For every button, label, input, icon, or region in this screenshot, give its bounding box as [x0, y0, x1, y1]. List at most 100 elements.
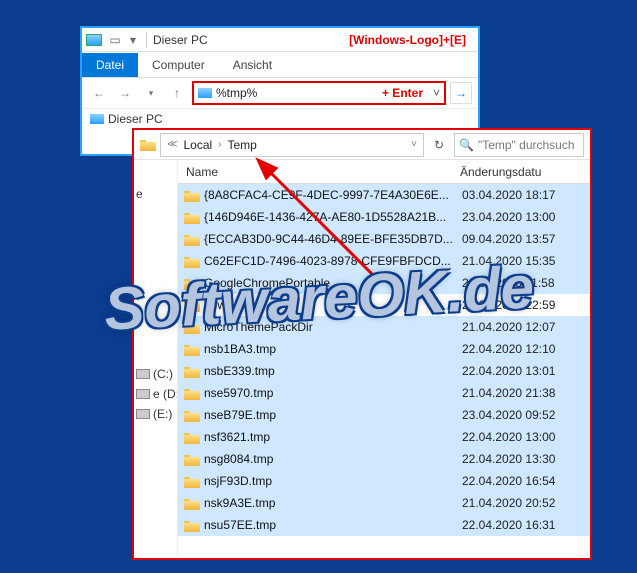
file-date: 09.04.2020 13:57 — [462, 232, 590, 246]
search-icon: 🔍 — [459, 138, 474, 152]
folder-icon — [184, 189, 200, 202]
up-button[interactable]: ↑ — [166, 82, 188, 104]
folder-icon — [184, 277, 200, 290]
tab-computer[interactable]: Computer — [138, 53, 219, 77]
drive-icon — [136, 369, 150, 379]
file-date: 21.04.2020 22:59 — [462, 298, 590, 312]
address-bar-text: %tmp% — [216, 86, 378, 100]
file-row[interactable]: Low21.04.2020 22:59 — [178, 294, 590, 316]
folder-icon — [184, 299, 200, 312]
folder-icon — [184, 211, 200, 224]
folder-icon — [184, 387, 200, 400]
file-date: 23.04.2020 13:00 — [462, 210, 590, 224]
nav-tree-item[interactable] — [136, 164, 175, 184]
breadcrumb-dropdown[interactable]: ˅ — [409, 139, 419, 150]
breadcrumb-part-local[interactable]: Local — [183, 138, 212, 152]
folder-icon — [184, 497, 200, 510]
search-box[interactable]: 🔍 "Temp" durchsuch — [454, 133, 584, 157]
file-name: nsk9A3E.tmp — [204, 496, 275, 510]
breadcrumb-part-temp[interactable]: Temp — [228, 138, 257, 152]
ribbon-tabs: Datei Computer Ansicht — [82, 52, 478, 78]
file-date: 21.04.2020 12:07 — [462, 320, 590, 334]
nav-tree-row[interactable]: Dieser PC — [82, 108, 478, 129]
enter-annotation: + Enter — [382, 86, 423, 100]
file-date: 22.04.2020 16:54 — [462, 474, 590, 488]
column-header-date[interactable]: Änderungsdatu — [460, 165, 590, 179]
file-date: 22.04.2020 13:30 — [462, 452, 590, 466]
titlebar[interactable]: ▭ ▾ Dieser PC [Windows-Logo]+[E] — [82, 28, 478, 52]
file-row[interactable]: {8A8CFAC4-CE9F-4DEC-9997-7E4A30E6E...03.… — [178, 184, 590, 206]
file-list: Name Änderungsdatu {8A8CFAC4-CE9F-4DEC-9… — [178, 160, 590, 558]
file-row[interactable]: nsbE339.tmp 22.04.2020 13:01 — [178, 360, 590, 382]
file-date: 23.04.2020 11:58 — [462, 276, 590, 290]
nav-tree-drive-c[interactable]: (C:) — [136, 364, 175, 384]
file-name: GoogleChromePortable — [204, 276, 330, 290]
file-date: 21.04.2020 20:52 — [462, 496, 590, 510]
back-button[interactable]: ← — [88, 82, 110, 104]
drive-icon — [136, 389, 150, 399]
address-history-dropdown[interactable]: ˅ — [433, 86, 440, 100]
search-placeholder: "Temp" durchsuch — [478, 138, 575, 152]
nav-tree-drive-d[interactable]: e (D:) — [136, 384, 175, 404]
address-bar[interactable]: %tmp% + Enter ˅ — [192, 81, 446, 105]
folder-icon — [184, 431, 200, 444]
file-row[interactable]: nseB79E.tmp23.04.2020 09:52 — [178, 404, 590, 426]
file-name: nse5970.tmp — [204, 386, 273, 400]
file-name: C62EFC1D-7496-4023-8978-CFE9FBFDCD... — [204, 254, 451, 268]
file-name: {146D946E-1436-427A-AE80-1D5528A21B... — [204, 210, 446, 224]
address-this-pc-icon — [198, 88, 212, 98]
file-row[interactable]: nsg8084.tmp 22.04.2020 13:30 — [178, 448, 590, 470]
file-row[interactable]: nsf3621.tmp22.04.2020 13:00 — [178, 426, 590, 448]
file-date: 22.04.2020 13:00 — [462, 430, 590, 444]
file-row[interactable]: {ECCAB3D0-9C44-46D4-89EE-BFE35DB7D... 09.… — [178, 228, 590, 250]
forward-button[interactable]: → — [114, 82, 136, 104]
nav-tree-label: Dieser PC — [108, 112, 163, 126]
file-row[interactable]: nse5970.tmp21.04.2020 21:38 — [178, 382, 590, 404]
tab-view[interactable]: Ansicht — [219, 53, 286, 77]
file-name: {ECCAB3D0-9C44-46D4-89EE-BFE35DB7D... — [204, 232, 453, 246]
folder-icon — [184, 365, 200, 378]
go-button[interactable]: → — [450, 82, 472, 104]
file-row[interactable]: nsk9A3E.tmp 21.04.2020 20:52 — [178, 492, 590, 514]
file-date: 22.04.2020 13:01 — [462, 364, 590, 378]
folder-icon — [184, 321, 200, 334]
file-name: nseB79E.tmp — [204, 408, 276, 422]
history-dropdown[interactable]: ▾ — [140, 82, 162, 104]
file-name: nsjF93D.tmp — [204, 474, 272, 488]
column-header-name[interactable]: Name — [178, 165, 460, 179]
file-name: nsbE339.tmp — [204, 364, 275, 378]
window-title: Dieser PC — [153, 33, 208, 47]
separator — [146, 32, 147, 48]
file-row[interactable]: {146D946E-1436-427A-AE80-1D5528A21B... 23… — [178, 206, 590, 228]
file-date: 21.04.2020 15:35 — [462, 254, 590, 268]
refresh-button[interactable]: ↻ — [428, 134, 450, 156]
file-row[interactable]: MicroThemePackDir 21.04.2020 12:07 — [178, 316, 590, 338]
folder-icon — [184, 233, 200, 246]
file-row[interactable]: nsjF93D.tmp 22.04.2020 16:54 — [178, 470, 590, 492]
nav-tree-item[interactable]: e — [136, 184, 175, 204]
file-date: 22.04.2020 12:10 — [462, 342, 590, 356]
file-row[interactable]: nsb1BA3.tmp22.04.2020 12:10 — [178, 338, 590, 360]
shortcut-annotation: [Windows-Logo]+[E] — [349, 33, 466, 47]
file-row[interactable]: nsu57EE.tmp22.04.2020 16:31 — [178, 514, 590, 536]
file-row[interactable]: C62EFC1D-7496-4023-8978-CFE9FBFDCD... 21.… — [178, 250, 590, 272]
qat-dropdown-icon[interactable]: ▾ — [126, 33, 140, 47]
drive-icon — [136, 409, 150, 419]
chevron-left-icon[interactable]: ≪ — [165, 139, 179, 150]
this-pc-icon — [90, 114, 104, 124]
file-name: MicroThemePackDir — [204, 320, 313, 334]
file-row[interactable]: GoogleChromePortable 23.04.2020 11:58 — [178, 272, 590, 294]
file-name: nsg8084.tmp — [204, 452, 273, 466]
nav-tree-drive-e[interactable]: (E:) — [136, 404, 175, 424]
this-pc-icon — [86, 34, 102, 46]
qat-properties-icon[interactable]: ▭ — [108, 33, 122, 47]
folder-icon — [184, 519, 200, 532]
chevron-right-icon: › — [216, 139, 223, 150]
tab-file[interactable]: Datei — [82, 53, 138, 77]
column-headers: Name Änderungsdatu — [178, 160, 590, 184]
file-name: {8A8CFAC4-CE9F-4DEC-9997-7E4A30E6E... — [204, 188, 449, 202]
folder-icon — [184, 409, 200, 422]
breadcrumb-bar[interactable]: ≪ Local › Temp ˅ — [160, 133, 424, 157]
address-row: ≪ Local › Temp ˅ ↻ 🔍 "Temp" durchsuch — [134, 130, 590, 160]
nav-tree[interactable]: e (C:) e (D:) (E:) — [134, 160, 178, 558]
